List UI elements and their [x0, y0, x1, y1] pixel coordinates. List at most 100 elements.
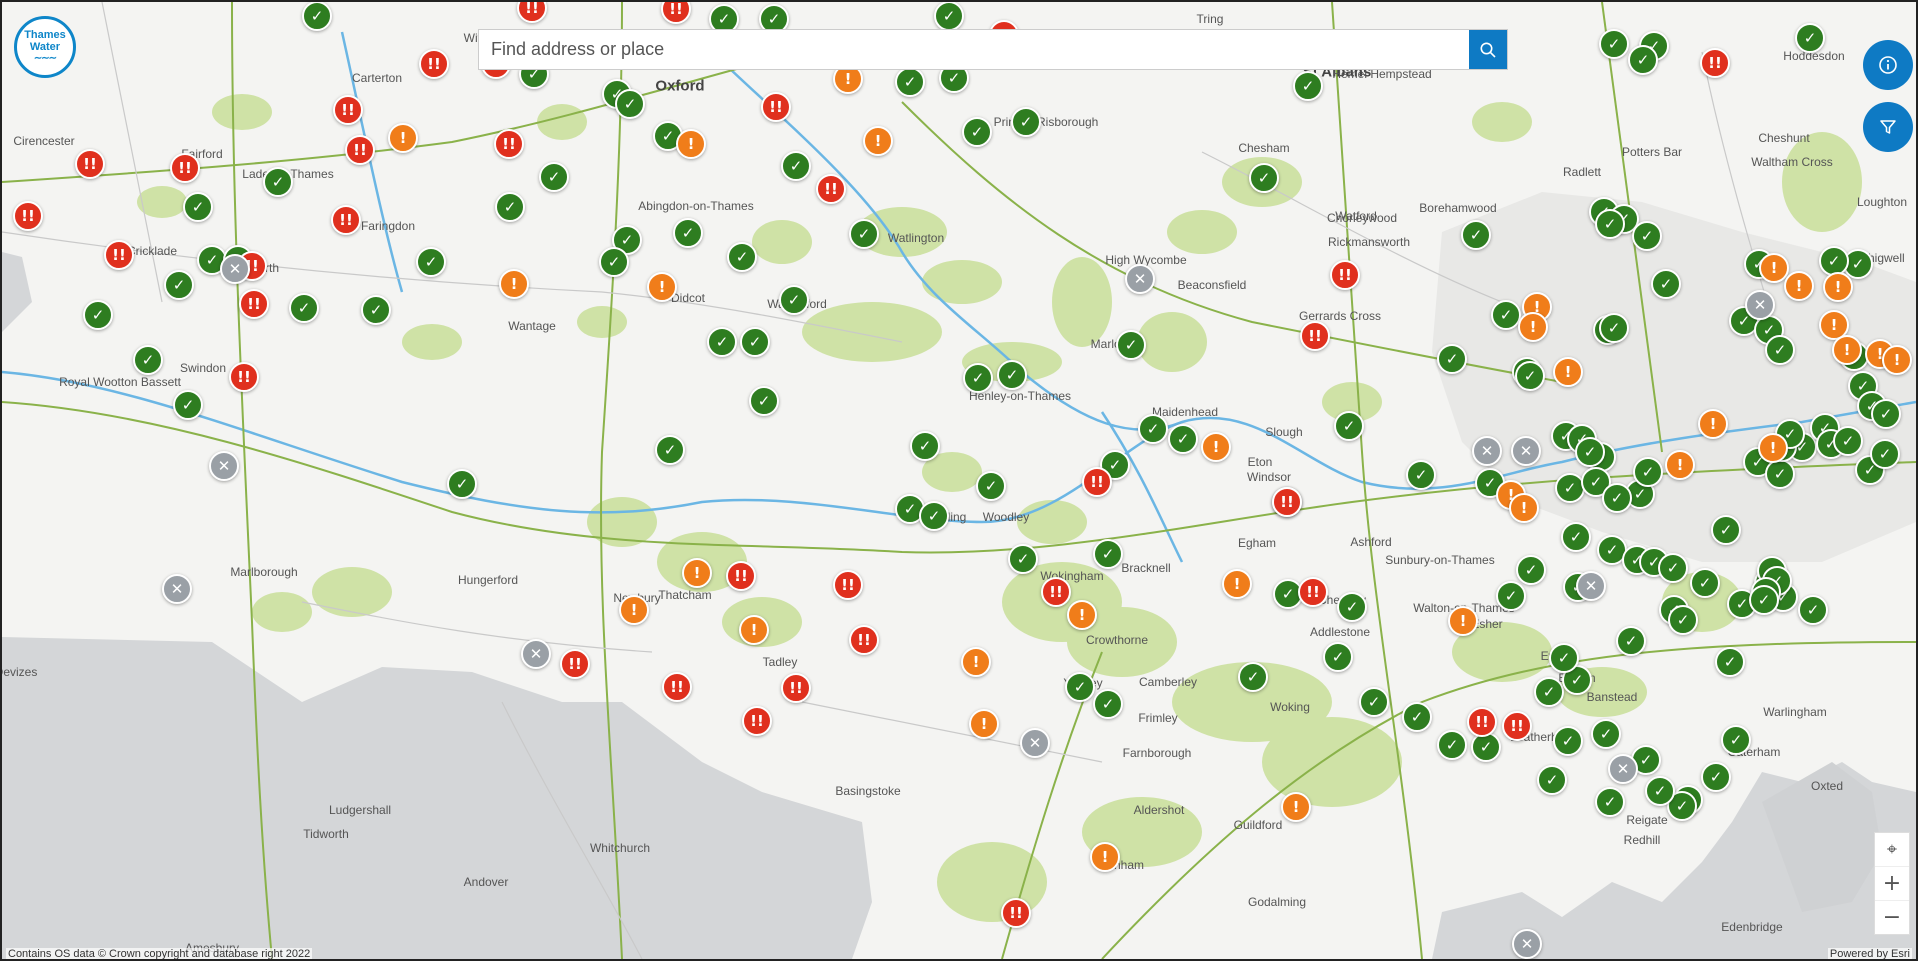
status-ok-marker[interactable]: ✓	[495, 192, 525, 222]
status-ok-marker[interactable]: ✓	[749, 386, 779, 416]
status-ok-marker[interactable]: ✓	[1595, 787, 1625, 817]
status-closed-marker[interactable]: ✕	[220, 254, 250, 284]
status-warning-marker[interactable]: !	[1823, 272, 1853, 302]
status-ok-marker[interactable]: ✓	[1406, 460, 1436, 490]
status-alert-marker[interactable]: !!	[1502, 711, 1532, 741]
status-ok-marker[interactable]: ✓	[83, 300, 113, 330]
info-button[interactable]	[1863, 40, 1913, 90]
status-ok-marker[interactable]: ✓	[976, 471, 1006, 501]
status-ok-marker[interactable]: ✓	[963, 363, 993, 393]
status-closed-marker[interactable]: ✕	[1608, 754, 1638, 784]
status-ok-marker[interactable]: ✓	[1765, 459, 1795, 489]
status-ok-marker[interactable]: ✓	[934, 2, 964, 31]
status-ok-marker[interactable]: ✓	[183, 192, 213, 222]
status-warning-marker[interactable]: !	[1882, 345, 1912, 375]
status-ok-marker[interactable]: ✓	[895, 67, 925, 97]
status-ok-marker[interactable]: ✓	[1437, 344, 1467, 374]
status-alert-marker[interactable]: !!	[494, 129, 524, 159]
status-alert-marker[interactable]: !!	[419, 49, 449, 79]
status-alert-marker[interactable]: !!	[1700, 48, 1730, 78]
status-ok-marker[interactable]: ✓	[164, 270, 194, 300]
status-alert-marker[interactable]: !!	[104, 240, 134, 270]
status-alert-marker[interactable]: !!	[13, 201, 43, 231]
status-ok-marker[interactable]: ✓	[1402, 702, 1432, 732]
status-ok-marker[interactable]: ✓	[655, 435, 685, 465]
status-ok-marker[interactable]: ✓	[1138, 414, 1168, 444]
status-ok-marker[interactable]: ✓	[1491, 300, 1521, 330]
status-alert-marker[interactable]: !!	[1082, 467, 1112, 497]
status-ok-marker[interactable]: ✓	[289, 293, 319, 323]
status-alert-marker[interactable]: !!	[75, 149, 105, 179]
status-ok-marker[interactable]: ✓	[1591, 719, 1621, 749]
status-alert-marker[interactable]: !!	[833, 570, 863, 600]
status-closed-marker[interactable]: ✕	[1125, 264, 1155, 294]
status-warning-marker[interactable]: !	[1832, 335, 1862, 365]
status-alert-marker[interactable]: !!	[560, 649, 590, 679]
status-ok-marker[interactable]: ✓	[1599, 29, 1629, 59]
status-alert-marker[interactable]: !!	[170, 153, 200, 183]
status-warning-marker[interactable]: !	[647, 272, 677, 302]
status-ok-marker[interactable]: ✓	[1168, 424, 1198, 454]
status-ok-marker[interactable]: ✓	[727, 242, 757, 272]
status-ok-marker[interactable]: ✓	[1011, 107, 1041, 137]
status-warning-marker[interactable]: !	[1509, 493, 1539, 523]
status-ok-marker[interactable]: ✓	[1337, 592, 1367, 622]
status-ok-marker[interactable]: ✓	[1602, 483, 1632, 513]
status-ok-marker[interactable]: ✓	[263, 167, 293, 197]
status-ok-marker[interactable]: ✓	[615, 89, 645, 119]
status-alert-marker[interactable]: !!	[761, 92, 791, 122]
status-ok-marker[interactable]: ✓	[1334, 411, 1364, 441]
status-ok-marker[interactable]: ✓	[997, 360, 1027, 390]
status-ok-marker[interactable]: ✓	[1534, 677, 1564, 707]
status-closed-marker[interactable]: ✕	[1472, 436, 1502, 466]
status-alert-marker[interactable]: !!	[662, 672, 692, 702]
status-ok-marker[interactable]: ✓	[1711, 515, 1741, 545]
status-ok-marker[interactable]: ✓	[910, 431, 940, 461]
status-closed-marker[interactable]: ✕	[162, 574, 192, 604]
status-ok-marker[interactable]: ✓	[779, 285, 809, 315]
status-closed-marker[interactable]: ✕	[209, 451, 239, 481]
filter-button[interactable]	[1863, 102, 1913, 152]
status-ok-marker[interactable]: ✓	[707, 327, 737, 357]
status-ok-marker[interactable]: ✓	[673, 218, 703, 248]
status-warning-marker[interactable]: !	[863, 126, 893, 156]
status-ok-marker[interactable]: ✓	[1515, 361, 1545, 391]
search-button[interactable]	[1469, 30, 1507, 69]
status-alert-marker[interactable]: !!	[239, 289, 269, 319]
status-ok-marker[interactable]: ✓	[1293, 71, 1323, 101]
status-alert-marker[interactable]: !!	[781, 673, 811, 703]
status-ok-marker[interactable]: ✓	[1575, 437, 1605, 467]
status-ok-marker[interactable]: ✓	[361, 295, 391, 325]
status-warning-marker[interactable]: !	[1067, 600, 1097, 630]
status-alert-marker[interactable]: !!	[1330, 260, 1360, 290]
status-ok-marker[interactable]: ✓	[1553, 726, 1583, 756]
search-input[interactable]	[479, 30, 1469, 69]
status-ok-marker[interactable]: ✓	[1701, 762, 1731, 792]
status-ok-marker[interactable]: ✓	[962, 117, 992, 147]
status-closed-marker[interactable]: ✕	[1511, 436, 1541, 466]
status-ok-marker[interactable]: ✓	[1461, 220, 1491, 250]
status-warning-marker[interactable]: !	[619, 595, 649, 625]
status-ok-marker[interactable]: ✓	[1765, 335, 1795, 365]
status-ok-marker[interactable]: ✓	[1496, 581, 1526, 611]
status-alert-marker[interactable]: !!	[742, 706, 772, 736]
status-warning-marker[interactable]: !	[1553, 357, 1583, 387]
status-ok-marker[interactable]: ✓	[1549, 643, 1579, 673]
status-closed-marker[interactable]: ✕	[1576, 571, 1606, 601]
status-warning-marker[interactable]: !	[1222, 569, 1252, 599]
status-warning-marker[interactable]: !	[1281, 792, 1311, 822]
status-ok-marker[interactable]: ✓	[740, 327, 770, 357]
status-warning-marker[interactable]: !	[1518, 312, 1548, 342]
status-ok-marker[interactable]: ✓	[1471, 732, 1501, 762]
status-warning-marker[interactable]: !	[961, 647, 991, 677]
status-alert-marker[interactable]: !!	[331, 205, 361, 235]
status-ok-marker[interactable]: ✓	[416, 247, 446, 277]
status-alert-marker[interactable]: !!	[726, 561, 756, 591]
status-ok-marker[interactable]: ✓	[1871, 399, 1901, 429]
status-ok-marker[interactable]: ✓	[447, 469, 477, 499]
status-warning-marker[interactable]: !	[1758, 433, 1788, 463]
status-ok-marker[interactable]: ✓	[302, 2, 332, 31]
status-alert-marker[interactable]: !!	[1300, 321, 1330, 351]
status-ok-marker[interactable]: ✓	[1749, 585, 1779, 615]
status-warning-marker[interactable]: !	[1784, 271, 1814, 301]
